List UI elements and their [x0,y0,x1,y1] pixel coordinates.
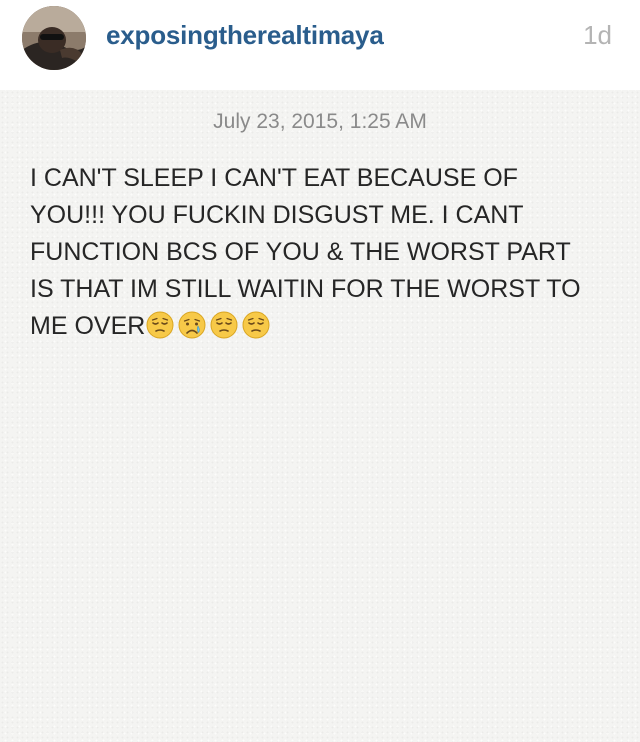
username-link[interactable]: exposingtherealtimaya [106,20,384,51]
crying-face-emoji-icon [178,311,206,339]
pensive-face-emoji-icon [210,311,238,339]
note-line: I CAN'T SLEEP I CAN'T EAT BECAUSE OF [30,164,518,192]
note-date: July 23, 2015, 1:25 AM [213,110,427,133]
note-line-text: ME OVER [30,312,146,340]
note-line-last: ME OVER [30,308,620,345]
pensive-face-emoji-icon [146,311,174,339]
note-line: YOU!!! YOU FUCKIN DISGUST ME. I CANT [30,201,524,229]
note-line: IS THAT IM STILL WAITIN FOR THE WORST TO [30,275,581,303]
note-screenshot-image[interactable]: July 23, 2015, 1:25 AM I CAN'T SLEEP I C… [0,90,640,742]
post-age-timestamp: 1d [583,20,612,50]
avatar[interactable] [22,6,86,70]
post-header: exposingtherealtimaya 1d [0,0,640,90]
emoji-row [146,311,270,339]
pensive-face-emoji-icon [242,311,270,339]
note-line: FUNCTION BCS OF YOU & THE WORST PART [30,238,571,266]
profile-photo [22,6,86,70]
note-body: I CAN'T SLEEP I CAN'T EAT BECAUSE OF YOU… [30,160,620,345]
